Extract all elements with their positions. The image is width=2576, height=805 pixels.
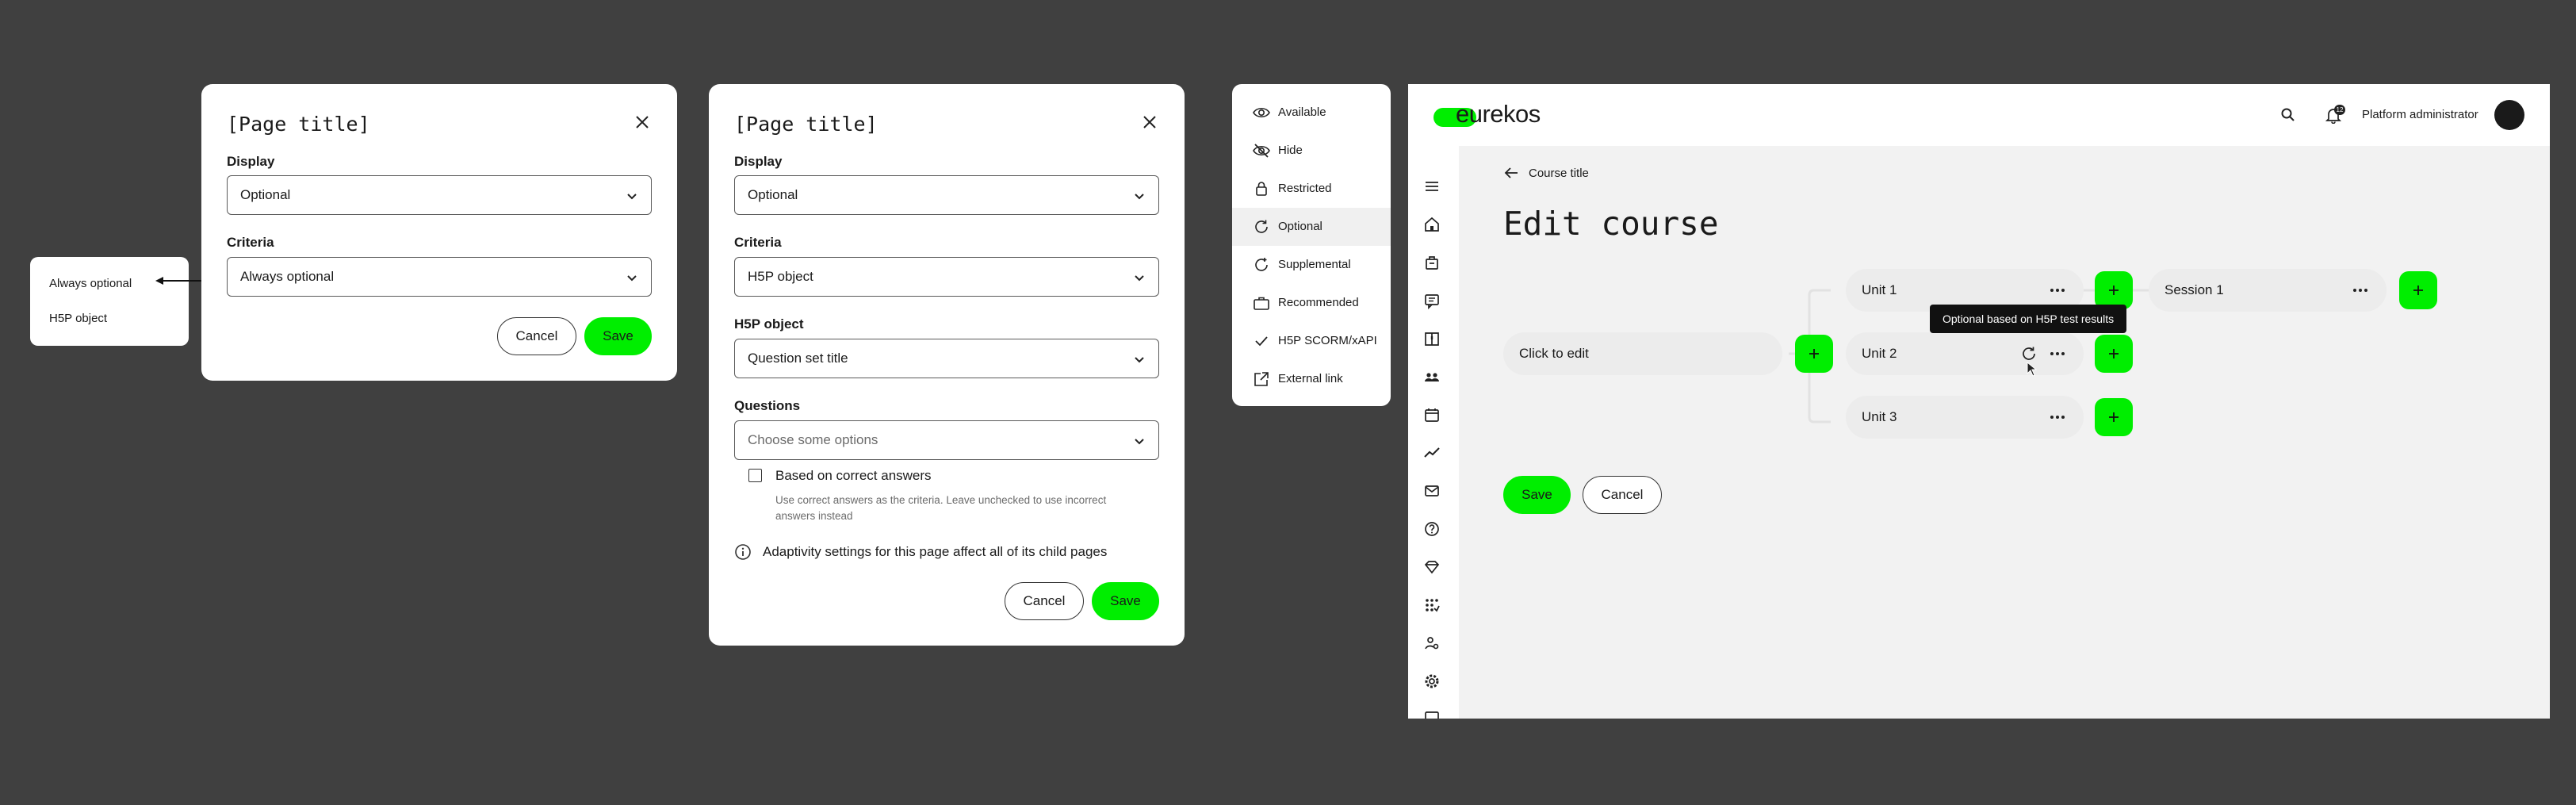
root-node-label: Click to edit bbox=[1519, 346, 1589, 361]
checkbox-label: Based on correct answers bbox=[775, 468, 932, 483]
chevron-down-icon bbox=[627, 194, 637, 200]
chevron-down-icon bbox=[1135, 275, 1144, 282]
criteria-select-value: Always optional bbox=[240, 269, 335, 284]
correct-answers-checkbox[interactable] bbox=[748, 469, 762, 482]
display-label: Display bbox=[227, 154, 275, 169]
checkbox-help-line-2: answers instead bbox=[775, 510, 853, 522]
optional-refresh-icon[interactable] bbox=[2020, 345, 2038, 362]
plus-icon bbox=[2109, 412, 2119, 422]
more-icon[interactable] bbox=[2049, 284, 2066, 297]
menu-item-available[interactable]: Available bbox=[1232, 94, 1391, 132]
unit-node[interactable]: Unit 2 bbox=[1846, 332, 2084, 375]
unit-label: Unit 2 bbox=[1862, 346, 1897, 361]
option-h5p-object[interactable]: H5P object bbox=[49, 312, 107, 325]
checkbox-help-line-1: Use correct answers as the criteria. Lea… bbox=[775, 494, 1107, 506]
close-icon[interactable] bbox=[633, 113, 652, 132]
menu-item-label: Optional bbox=[1278, 220, 1322, 233]
menu-item-label: Available bbox=[1278, 105, 1326, 119]
root-node[interactable]: Click to edit bbox=[1503, 332, 1782, 375]
h5p-object-label: H5P object bbox=[734, 316, 804, 332]
lock-icon bbox=[1256, 182, 1267, 196]
criteria-select[interactable]: H5P object bbox=[734, 257, 1159, 297]
plus-icon bbox=[2109, 286, 2119, 295]
save-button[interactable]: Save bbox=[1503, 476, 1571, 514]
menu-item-supplemental[interactable]: Supplemental bbox=[1232, 246, 1391, 284]
menu-item-h5p-scorm[interactable]: H5P SCORM/xAPI bbox=[1232, 322, 1391, 360]
criteria-select[interactable]: Always optional bbox=[227, 257, 652, 297]
add-session-button[interactable] bbox=[2095, 335, 2133, 373]
display-select-value: Optional bbox=[748, 187, 798, 202]
display-label: Display bbox=[734, 154, 783, 169]
questions-select-placeholder: Choose some options bbox=[748, 432, 878, 447]
availability-menu: Available Hide Restricted Optional Suppl… bbox=[1232, 84, 1391, 406]
chevron-down-icon bbox=[1135, 194, 1144, 200]
close-icon[interactable] bbox=[1140, 113, 1159, 132]
display-select-value: Optional bbox=[240, 187, 291, 202]
unit-label: Unit 3 bbox=[1862, 409, 1897, 424]
check-icon bbox=[1255, 336, 1268, 347]
more-icon[interactable] bbox=[2049, 347, 2066, 360]
info-text: Adaptivity settings for this page affect… bbox=[763, 544, 1108, 559]
h5p-object-select-value: Question set title bbox=[748, 351, 848, 366]
add-child-button[interactable] bbox=[2399, 271, 2437, 309]
external-link-icon bbox=[1254, 372, 1269, 386]
briefcase-icon bbox=[1254, 297, 1269, 310]
cancel-button[interactable]: Cancel bbox=[1583, 476, 1662, 514]
menu-item-recommended[interactable]: Recommended bbox=[1232, 284, 1391, 322]
dialog-title: [Page title] bbox=[227, 113, 370, 136]
unit-label: Unit 1 bbox=[1862, 282, 1897, 297]
criteria-label: Criteria bbox=[734, 235, 782, 250]
questions-label: Questions bbox=[734, 398, 801, 413]
plus-icon bbox=[2413, 286, 2423, 295]
tooltip: Optional based on H5P test results bbox=[1930, 305, 2127, 333]
criteria-label: Criteria bbox=[227, 235, 274, 250]
refresh-icon bbox=[1255, 220, 1268, 233]
option-always-optional[interactable]: Always optional bbox=[49, 277, 132, 290]
menu-item-restricted[interactable]: Restricted bbox=[1232, 170, 1391, 208]
criteria-select-value: H5P object bbox=[748, 269, 813, 284]
chevron-down-icon bbox=[627, 275, 637, 282]
add-session-button[interactable] bbox=[2095, 271, 2133, 309]
app-window: eurekos 12 Platform administrator Course… bbox=[1408, 84, 2550, 719]
plus-icon bbox=[1809, 349, 1819, 358]
chevron-down-icon bbox=[1135, 357, 1144, 363]
session-node[interactable]: Session 1 bbox=[2149, 269, 2387, 312]
add-session-button[interactable] bbox=[2095, 398, 2133, 436]
menu-item-external-link[interactable]: External link bbox=[1232, 360, 1391, 398]
session-label: Session 1 bbox=[2165, 282, 2224, 297]
unit-node[interactable]: Unit 3 bbox=[1846, 396, 2084, 439]
adaptivity-dialog-h5p: [Page title] Display Optional Criteria H… bbox=[709, 84, 1185, 646]
cancel-button[interactable]: Cancel bbox=[497, 317, 576, 355]
questions-select[interactable]: Choose some options bbox=[734, 420, 1159, 460]
menu-item-optional[interactable]: Optional bbox=[1232, 208, 1391, 246]
menu-item-label: Restricted bbox=[1278, 182, 1332, 195]
save-button[interactable]: Save bbox=[584, 317, 652, 355]
menu-item-hide[interactable]: Hide bbox=[1232, 132, 1391, 170]
info-icon bbox=[735, 544, 751, 560]
menu-item-label: H5P SCORM/xAPI bbox=[1278, 334, 1377, 347]
supplemental-icon bbox=[1255, 258, 1268, 271]
plus-icon bbox=[2109, 349, 2119, 358]
menu-item-label: Supplemental bbox=[1278, 258, 1351, 271]
add-unit-button[interactable] bbox=[1795, 335, 1833, 373]
more-icon[interactable] bbox=[2049, 411, 2066, 424]
display-select[interactable]: Optional bbox=[734, 175, 1159, 215]
more-icon[interactable] bbox=[2352, 284, 2369, 297]
criteria-options-popup: Always optional H5P object bbox=[30, 257, 189, 346]
eye-off-icon bbox=[1253, 144, 1270, 158]
display-select[interactable]: Optional bbox=[227, 175, 652, 215]
menu-item-label: External link bbox=[1278, 372, 1343, 385]
dialog-title: [Page title] bbox=[734, 113, 878, 136]
menu-item-label: Hide bbox=[1278, 144, 1303, 157]
cursor-icon bbox=[2027, 362, 2038, 377]
menu-item-label: Recommended bbox=[1278, 296, 1359, 309]
cancel-button[interactable]: Cancel bbox=[1005, 582, 1084, 620]
eye-icon bbox=[1253, 107, 1270, 118]
h5p-object-select[interactable]: Question set title bbox=[734, 339, 1159, 378]
adaptivity-dialog-simple: [Page title] Display Optional Criteria A… bbox=[201, 84, 677, 381]
save-button[interactable]: Save bbox=[1092, 582, 1159, 620]
chevron-down-icon bbox=[1135, 439, 1144, 445]
